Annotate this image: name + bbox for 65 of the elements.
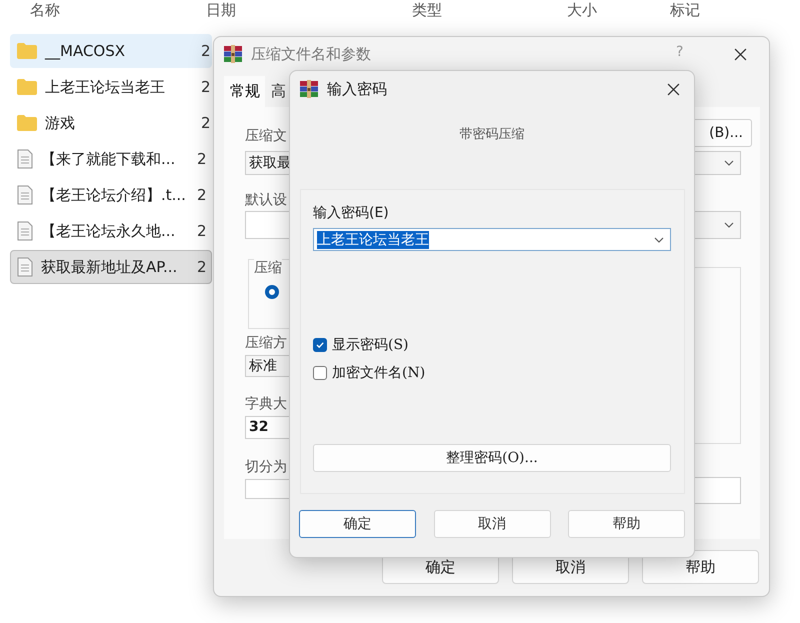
field-label: 切分为 (245, 458, 287, 476)
file-date: 2 (197, 258, 207, 276)
file-row[interactable]: __MACOSX 2 (10, 34, 212, 68)
file-date: 2 (197, 186, 207, 204)
checkbox[interactable] (313, 338, 327, 352)
file-row[interactable]: 【来了就能下载和... 2 (10, 142, 212, 176)
check-icon (315, 340, 325, 350)
dialog-button[interactable]: 取消 (434, 510, 550, 538)
file-date: 2 (197, 222, 207, 240)
file-row[interactable]: 游戏 2 (10, 106, 212, 140)
organize-passwords-button[interactable]: 整理密码(O)... (313, 444, 671, 472)
field-label: 压缩文 (245, 127, 287, 145)
password-field[interactable]: 上老王论坛当老王 (313, 228, 671, 251)
file-name: 上老王论坛当老王 (45, 78, 166, 96)
column-header[interactable]: 名称 (30, 1, 60, 20)
checkbox-label: 加密文件名(N) (332, 364, 426, 382)
tab[interactable]: 高 (265, 76, 291, 107)
folder-icon (17, 79, 37, 95)
archive-books-icon (223, 44, 243, 64)
document-icon (17, 257, 33, 277)
file-date: 2 (201, 42, 211, 60)
file-date: 2 (197, 150, 207, 168)
file-name: 【老王论坛介绍】.t... (41, 186, 187, 204)
file-row[interactable]: 获取最新地址及AP... 2 (10, 250, 212, 284)
window-title: 输入密码 (327, 80, 387, 98)
column-header[interactable]: 标记 (670, 1, 700, 20)
folder-icon (17, 115, 37, 131)
window-title: 压缩文件名和参数 (251, 44, 371, 64)
field-label: 字典大 (245, 395, 287, 413)
document-icon (17, 221, 33, 241)
dialog-button[interactable]: 帮助 (642, 550, 759, 584)
dialog-subtitle: 带密码压缩 (458, 126, 526, 143)
column-header[interactable]: 大小 (567, 1, 597, 20)
document-icon (17, 185, 33, 205)
column-header[interactable]: 日期 (206, 1, 236, 20)
file-name: 【来了就能下载和... (41, 150, 176, 168)
file-date: 2 (201, 78, 211, 96)
field-label: 输入密码(E) (313, 204, 390, 222)
password-text: 上老王论坛当老王 (317, 230, 429, 248)
checkbox-label: 显示密码(S) (332, 336, 409, 354)
chevron-down-icon (724, 160, 734, 166)
file-row[interactable]: 【老王论坛介绍】.t... 2 (10, 178, 212, 212)
column-header[interactable]: 类型 (412, 1, 442, 20)
file-name: 游戏 (45, 114, 76, 132)
checkbox[interactable] (313, 366, 327, 380)
file-name: 【老王论坛永久地... (41, 222, 176, 240)
field-label: 默认设 (245, 191, 287, 209)
tab[interactable]: 常规 (224, 76, 265, 107)
field-label: 压缩方 (245, 334, 287, 352)
chevron-down-icon (654, 236, 664, 242)
folder-icon (17, 43, 37, 59)
dialog-button[interactable]: 确定 (299, 510, 416, 538)
file-date: 2 (201, 114, 211, 132)
chevron-down-icon (724, 222, 734, 228)
file-row[interactable]: 上老王论坛当老王 2 (10, 70, 212, 104)
radio-button[interactable] (265, 285, 279, 299)
document-icon (17, 149, 33, 169)
file-name: 获取最新地址及AP... (41, 258, 178, 276)
file-row[interactable]: 【老王论坛永久地... 2 (10, 214, 212, 248)
dialog-button[interactable]: 帮助 (568, 510, 685, 538)
group-title: 压缩 (254, 259, 282, 277)
file-name: __MACOSX (45, 42, 126, 60)
close-icon[interactable] (667, 83, 680, 96)
archive-books-icon (299, 79, 319, 99)
close-icon[interactable] (734, 48, 747, 61)
